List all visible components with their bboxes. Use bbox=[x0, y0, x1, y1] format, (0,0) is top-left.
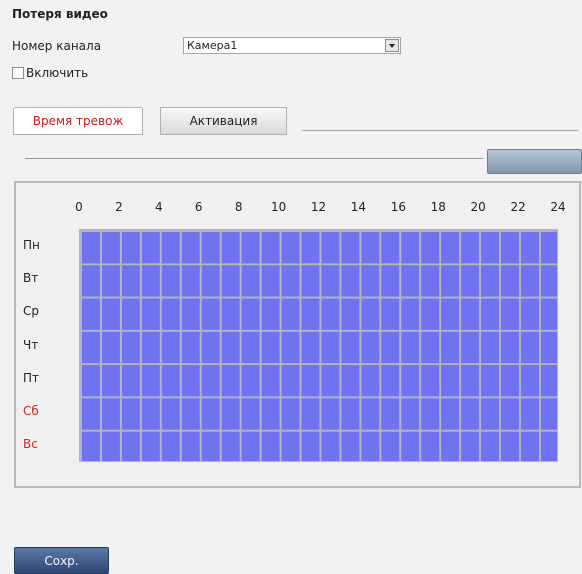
tab-activation-label: Активация bbox=[189, 114, 258, 128]
enable-row[interactable]: Включить bbox=[12, 66, 88, 80]
day-label: Вт bbox=[23, 270, 39, 285]
hour-label: 18 bbox=[430, 200, 446, 214]
day-label: Пт bbox=[23, 370, 40, 385]
hour-label: 4 bbox=[155, 200, 163, 214]
page-title: Потеря видео bbox=[12, 7, 108, 21]
section-divider bbox=[25, 158, 483, 159]
enable-checkbox[interactable] bbox=[12, 67, 24, 79]
save-button-label: Сохр. bbox=[44, 553, 79, 568]
enable-label: Включить bbox=[26, 66, 89, 80]
hour-label: 20 bbox=[470, 200, 486, 214]
hour-label: 2 bbox=[115, 200, 123, 214]
hour-label: 6 bbox=[194, 200, 203, 214]
tab-activation[interactable]: Активация bbox=[160, 107, 287, 135]
tabs-divider bbox=[302, 130, 578, 134]
save-button[interactable]: Сохр. bbox=[14, 547, 109, 574]
hour-label: 0 bbox=[75, 200, 83, 214]
day-label: Ср bbox=[23, 304, 39, 319]
tab-alarm-time[interactable]: Время тревож bbox=[13, 107, 143, 135]
schedule-action-button[interactable] bbox=[487, 149, 582, 174]
day-label: Пн bbox=[23, 237, 40, 252]
tab-alarm-time-label: Время тревож bbox=[32, 114, 124, 128]
hour-label: 16 bbox=[390, 200, 406, 214]
hour-label: 24 bbox=[550, 200, 566, 214]
day-label: Сб bbox=[23, 404, 39, 419]
chevron-down-icon[interactable] bbox=[385, 39, 399, 52]
hour-label: 14 bbox=[350, 200, 367, 214]
hour-label: 22 bbox=[510, 200, 526, 214]
channel-label: Номер канала bbox=[12, 39, 102, 53]
hour-label: 12 bbox=[310, 200, 327, 214]
day-label: Чт bbox=[23, 337, 39, 352]
channel-select[interactable]: Камера1 bbox=[183, 37, 401, 54]
schedule-grid[interactable] bbox=[79, 229, 558, 462]
hour-label: 8 bbox=[234, 200, 243, 214]
day-label: Вс bbox=[23, 437, 38, 452]
channel-select-value: Камера1 bbox=[187, 39, 238, 52]
hour-label: 10 bbox=[270, 200, 287, 214]
